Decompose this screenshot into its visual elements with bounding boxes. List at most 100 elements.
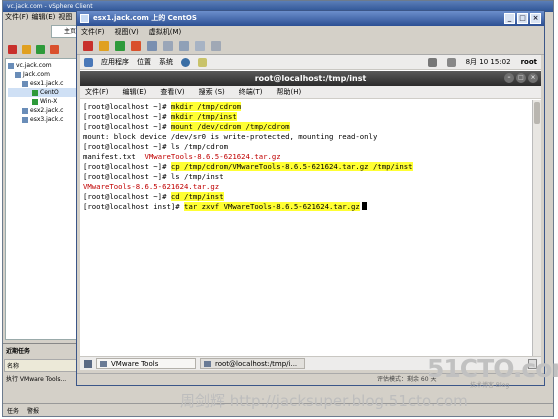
tree-item-centos[interactable]: CentO [8, 88, 80, 97]
tree-label: esx2.jack.c [30, 107, 64, 114]
console-window-icon [80, 14, 89, 23]
console-menu-view[interactable]: 视图(V) [115, 26, 139, 38]
tree-label: Win-X [40, 98, 58, 105]
terminal-command: mkdir /tmp/cdrom [170, 102, 242, 111]
terminal-menu-search[interactable]: 搜索 (S) [199, 86, 225, 98]
tree-label: CentO [40, 89, 59, 96]
minimize-icon[interactable]: _ [504, 13, 515, 24]
terminal-menu-edit[interactable]: 编辑(E) [123, 86, 147, 98]
watermark-logo: 51CTO.com [427, 354, 558, 383]
terminal-line: [root@localhost ~]# mkdir /tmp/cdrom [83, 102, 529, 112]
host-icon [22, 107, 28, 114]
terminal-menu-view[interactable]: 查看(V) [160, 86, 184, 98]
terminal-command: tar zxvf VMwareTools-8.6.5-621624.tar.gz [184, 202, 360, 211]
inventory-tree: vc.jack.com Jack.com esx1.jack.c CentO W… [5, 58, 83, 340]
vsphere-menu-view[interactable]: 视图 [58, 12, 72, 23]
terminal-line: mount: block device /dev/sr0 is write-pr… [83, 132, 529, 142]
terminal-command: VMwareTools-8.6.5-621624.tar.gz [83, 182, 220, 191]
tasks-status-button[interactable]: 任务 [7, 406, 19, 415]
mail-icon[interactable] [198, 57, 207, 67]
scrollbar-thumb[interactable] [534, 102, 540, 124]
vsphere-menubar: 文件(F) 编辑(E) 视图 [3, 12, 83, 23]
clock[interactable]: 8月 10 15:02 [466, 57, 511, 67]
tree-item-esx1[interactable]: esx1.jack.c [8, 79, 80, 88]
watermark-logo-sub: 技术博客 Blog [470, 382, 510, 389]
taskbar-item-terminal[interactable]: root@localhost:/tmp/i... [200, 358, 305, 369]
play-icon[interactable] [36, 44, 45, 54]
close-icon[interactable]: × [530, 13, 541, 24]
tree-label: vc.jack.com [16, 62, 52, 69]
network-icon[interactable] [211, 41, 221, 51]
guest-desktop: 应用程序 位置 系统 8月 10 15:02 root root@localho… [80, 55, 541, 370]
terminal-line: [root@localhost ~]# mount /dev/cdrom /tm… [83, 122, 529, 132]
snapshot-icon[interactable] [147, 41, 157, 51]
tree-item-esx2[interactable]: esx2.jack.c [8, 106, 80, 115]
terminal-command: cp /tmp/cdrom/VMwareTools-8.6.5-621624.t… [170, 162, 413, 171]
terminal-maximize-icon[interactable]: □ [516, 73, 526, 83]
power-off-icon[interactable] [83, 41, 93, 51]
tree-item-esx3[interactable]: esx3.jack.c [8, 115, 80, 124]
manage-snapshots-icon[interactable] [179, 41, 189, 51]
console-titlebar: esx1.jack.com 上的 CentOS _ □ × [77, 11, 544, 26]
console-menu-vm[interactable]: 虚拟机(M) [149, 26, 182, 38]
taskbar-item-vmware-tools[interactable]: VMware Tools [96, 358, 196, 369]
terminal-command: mount: block device /dev/sr0 is write-pr… [83, 132, 378, 141]
tree-item-datacenter[interactable]: Jack.com [8, 70, 80, 79]
terminal-line: [root@localhost ~]# ls /tmp/cdrom [83, 142, 529, 152]
reset-icon[interactable] [131, 41, 141, 51]
host-icon [22, 116, 28, 123]
terminal-minimize-icon[interactable]: – [504, 73, 514, 83]
terminal-title: root@localhost:/tmp/inst [254, 74, 367, 83]
watermark-blog: 周剑辉 http://jacksuper.blog.51cto.com [180, 392, 468, 410]
menu-applications[interactable]: 应用程序 [101, 57, 129, 67]
terminal-close-icon[interactable]: × [528, 73, 538, 83]
vsphere-menu-edit[interactable]: 编辑(E) [32, 12, 56, 23]
console-menu-file[interactable]: 文件(F) [81, 26, 105, 38]
reset-icon[interactable] [50, 44, 59, 54]
terminal-prompt: [root@localhost ~]# [83, 172, 171, 181]
gnome-top-panel: 应用程序 位置 系统 8月 10 15:02 root [80, 55, 541, 70]
terminal-titlebar: root@localhost:/tmp/inst – □ × [80, 71, 541, 86]
text-cursor [361, 202, 367, 210]
show-desktop-icon[interactable] [84, 359, 92, 368]
applications-icon [84, 57, 93, 67]
terminal-scrollbar[interactable] [532, 100, 541, 356]
terminal-menu-terminal[interactable]: 终端(T) [239, 86, 263, 98]
terminal-prompt: [root@localhost ~]# [83, 122, 171, 131]
cd-icon[interactable] [195, 41, 205, 51]
tree-item-win[interactable]: Win-X [8, 97, 80, 106]
alarms-status-button[interactable]: 警报 [27, 406, 39, 415]
terminal-menu-file[interactable]: 文件(F) [85, 86, 109, 98]
terminal-output[interactable]: [root@localhost ~]# mkdir /tmp/cdrom [roo… [80, 100, 532, 356]
terminal-prompt: [root@localhost ~]# [83, 192, 171, 201]
vsphere-toolbar [5, 40, 81, 58]
suspend-icon[interactable] [99, 41, 109, 51]
terminal-command: VMwareTools-8.6.5-621624.tar.gz [144, 152, 281, 161]
terminal-prompt: [root@localhost inst]# [83, 202, 185, 211]
terminal-line: [root@localhost inst]# tar zxvf VMwareTo… [83, 202, 529, 212]
terminal-command: ls /tmp/inst [170, 172, 224, 181]
terminal-line: VMwareTools-8.6.5-621624.tar.gz [83, 182, 529, 192]
maximize-icon[interactable]: □ [517, 13, 528, 24]
vsphere-menu-file[interactable]: 文件(F) [5, 12, 29, 23]
menu-places[interactable]: 位置 [137, 57, 151, 67]
vm-console-window: esx1.jack.com 上的 CentOS _ □ × 文件(F) 视图(V… [76, 10, 545, 386]
tree-label: Jack.com [23, 71, 50, 78]
tree-item-vcenter[interactable]: vc.jack.com [8, 61, 80, 70]
menu-system[interactable]: 系统 [159, 57, 173, 67]
terminal-menu-help[interactable]: 帮助(H) [277, 86, 302, 98]
pause-icon[interactable] [22, 44, 31, 54]
terminal-command: cd /tmp/inst [170, 192, 224, 201]
stop-icon[interactable] [8, 44, 17, 54]
vcenter-icon [8, 62, 14, 69]
power-on-icon[interactable] [115, 41, 125, 51]
volume-icon[interactable] [446, 57, 456, 67]
revert-icon[interactable] [163, 41, 173, 51]
network-status-icon[interactable] [427, 57, 437, 67]
tree-label: esx3.jack.c [30, 116, 64, 123]
host-icon [22, 80, 28, 87]
terminal-menubar: 文件(F) 编辑(E) 查看(V) 搜索 (S) 终端(T) 帮助(H) [80, 86, 541, 99]
console-title: esx1.jack.com 上的 CentOS [93, 14, 197, 22]
user-name[interactable]: root [521, 58, 537, 66]
browser-icon[interactable] [181, 57, 190, 67]
